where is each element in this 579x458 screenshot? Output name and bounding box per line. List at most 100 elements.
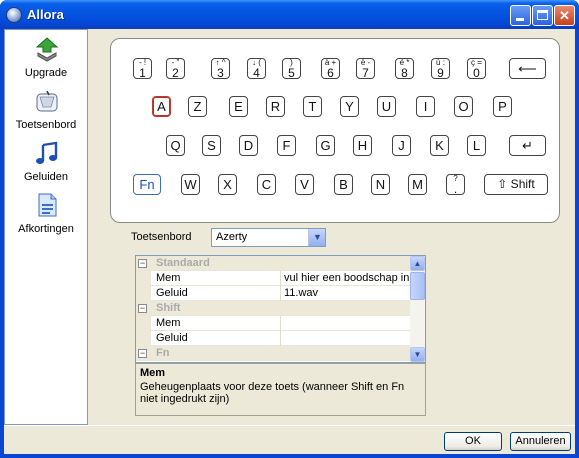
keyboard-layout-label: Toetsenbord xyxy=(131,231,192,243)
property-value[interactable]: vul hier een boodschap in xyxy=(284,272,409,284)
key-punctuation[interactable]: ?. xyxy=(446,174,465,195)
collapse-icon[interactable]: − xyxy=(138,349,147,358)
maximize-button[interactable] xyxy=(532,5,553,26)
sidebar-item-afkortingen[interactable]: Afkortingen xyxy=(5,190,87,242)
category-fn[interactable]: − Fn xyxy=(136,346,410,361)
sidebar-item-label: Geluiden xyxy=(23,171,69,183)
key-0[interactable]: ç = 0 xyxy=(467,58,486,79)
property-row[interactable]: Mem vul hier een boodschap in xyxy=(136,271,410,286)
dropdown-button[interactable]: ▼ xyxy=(308,229,325,246)
divider xyxy=(4,425,575,426)
key-6[interactable]: à +6 xyxy=(321,58,340,79)
key-3[interactable]: ↑ ^ 3 xyxy=(211,58,230,79)
key-m[interactable]: M xyxy=(408,174,427,195)
key-h[interactable]: H xyxy=(353,135,372,156)
window-border xyxy=(575,29,579,458)
key-2[interactable]: - " 2 xyxy=(166,58,185,79)
mouse-icon xyxy=(36,90,58,112)
keyboard-layout-value: Azerty xyxy=(216,231,248,243)
key-o[interactable]: O xyxy=(454,96,473,117)
property-row[interactable]: Geluid 11.wav xyxy=(136,286,410,301)
key-1[interactable]: - ! 1 xyxy=(133,58,152,79)
key-y[interactable]: Y xyxy=(340,96,359,117)
key-5[interactable]: ) 5 xyxy=(282,58,301,79)
key-8[interactable]: é * 8 xyxy=(395,58,414,79)
enter-icon: ↵ xyxy=(522,138,533,153)
backspace-icon: ⟵ xyxy=(518,61,537,76)
key-r[interactable]: R xyxy=(266,96,285,117)
sidebar-item-label: Upgrade xyxy=(24,67,68,79)
music-note-icon xyxy=(36,141,58,164)
property-grid: − Standaard Mem vul hier een boodschap i… xyxy=(135,255,426,363)
key-a[interactable]: A xyxy=(152,96,171,117)
key-v[interactable]: V xyxy=(295,174,314,195)
key-l[interactable]: L xyxy=(467,135,486,156)
property-value[interactable]: 11.wav xyxy=(284,287,318,299)
key-e[interactable]: E xyxy=(229,96,248,117)
scroll-down-button[interactable]: ▼ xyxy=(410,347,425,362)
sidebar-item-label: Toetsenbord xyxy=(15,119,77,131)
chevron-up-icon: ▲ xyxy=(413,259,422,268)
sidebar: Upgrade Toetsenbord Geluiden Afkortingen xyxy=(4,29,88,425)
scroll-up-button[interactable]: ▲ xyxy=(410,256,425,271)
sidebar-item-toetsenbord[interactable]: Toetsenbord xyxy=(5,86,87,138)
property-row[interactable]: Geluid xyxy=(136,331,410,346)
key-q[interactable]: Q xyxy=(166,135,185,156)
key-9[interactable]: ù :9 xyxy=(431,58,450,79)
key-g[interactable]: G xyxy=(316,135,335,156)
key-4[interactable]: ↓ (4 xyxy=(247,58,266,79)
key-n[interactable]: N xyxy=(371,174,390,195)
minimize-button[interactable] xyxy=(510,5,531,26)
key-u[interactable]: U xyxy=(377,96,396,117)
key-i[interactable]: I xyxy=(416,96,435,117)
ok-button[interactable]: OK xyxy=(444,432,502,451)
maximize-icon xyxy=(537,10,548,20)
key-z[interactable]: Z xyxy=(188,96,207,117)
minimize-icon xyxy=(516,18,524,21)
key-x[interactable]: X xyxy=(218,174,237,195)
close-button[interactable]: ✕ xyxy=(554,5,575,26)
window-border xyxy=(0,29,4,458)
sidebar-item-geluiden[interactable]: Geluiden xyxy=(5,138,87,190)
collapse-icon[interactable]: − xyxy=(138,259,147,268)
cancel-button[interactable]: Annuleren xyxy=(510,432,571,451)
help-title: Mem xyxy=(140,367,166,379)
dialog-body: Upgrade Toetsenbord Geluiden Afkortingen… xyxy=(4,29,575,454)
vertical-scrollbar[interactable]: ▲ ▼ xyxy=(410,256,425,362)
app-window: Allora ✕ Upgrade Toetsenbord Geluiden Af… xyxy=(0,0,579,458)
key-t[interactable]: T xyxy=(303,96,322,117)
window-title: Allora xyxy=(27,7,64,22)
chevron-down-icon: ▼ xyxy=(313,232,322,242)
fn-key[interactable]: Fn xyxy=(133,174,161,195)
key-b[interactable]: B xyxy=(334,174,353,195)
sidebar-item-upgrade[interactable]: Upgrade xyxy=(5,34,87,86)
keyboard-panel: - ! 1 - " 2 ↑ ^ 3 ↓ (4 ) 5 à +6 è -7 é * 8 ù … xyxy=(110,38,560,223)
key-j[interactable]: J xyxy=(392,135,411,156)
help-pane: Mem Geheugenplaats voor deze toets (wann… xyxy=(135,363,426,416)
property-row[interactable]: Mem xyxy=(136,316,410,331)
category-shift[interactable]: − Shift xyxy=(136,301,410,316)
enter-key[interactable]: ↵ xyxy=(509,135,546,156)
key-p[interactable]: P xyxy=(493,96,512,117)
sidebar-item-label: Afkortingen xyxy=(18,223,74,235)
key-s[interactable]: S xyxy=(202,135,221,156)
upgrade-arrow-icon xyxy=(35,37,59,62)
key-k[interactable]: K xyxy=(430,135,449,156)
document-icon xyxy=(38,193,57,217)
scroll-thumb[interactable] xyxy=(410,272,425,300)
collapse-icon[interactable]: − xyxy=(138,304,147,313)
close-icon: ✕ xyxy=(559,8,570,23)
shift-key[interactable]: ⇧ Shift xyxy=(484,174,548,195)
category-standaard[interactable]: − Standaard xyxy=(136,256,410,271)
backspace-key[interactable]: ⟵ xyxy=(509,58,546,79)
key-c[interactable]: C xyxy=(257,174,276,195)
app-icon xyxy=(6,7,22,23)
key-d[interactable]: D xyxy=(239,135,258,156)
title-bar[interactable]: Allora ✕ xyxy=(0,0,579,29)
help-description: Geheugenplaats voor deze toets (wanneer … xyxy=(140,381,405,405)
chevron-down-icon: ▼ xyxy=(413,350,422,359)
keyboard-layout-select[interactable]: Azerty ▼ xyxy=(211,228,326,247)
key-7[interactable]: è -7 xyxy=(356,58,375,79)
key-w[interactable]: W xyxy=(181,174,200,195)
key-f[interactable]: F xyxy=(277,135,296,156)
